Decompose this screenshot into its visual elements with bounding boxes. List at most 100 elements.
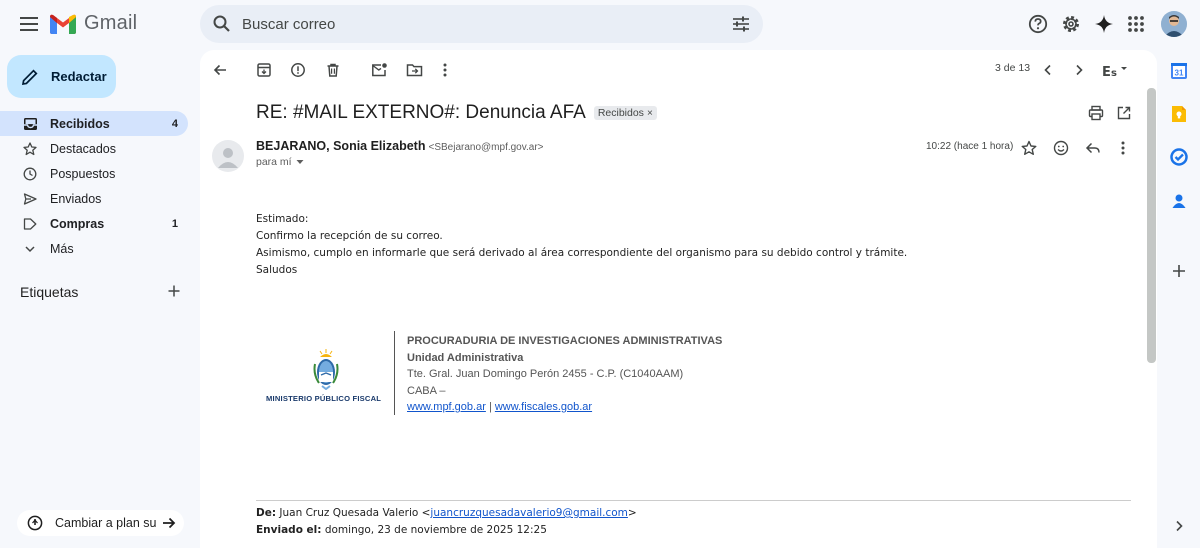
unread-count: 4 <box>171 117 178 130</box>
caret-down-icon <box>296 160 304 164</box>
settings-button[interactable] <box>1059 12 1083 36</box>
back-button[interactable] <box>210 60 230 80</box>
chevron-right-icon <box>1176 520 1183 532</box>
sent-label: Enviado el: <box>256 524 322 536</box>
recipients-toggle[interactable]: para mí <box>256 156 305 168</box>
sidebar-item-label: Destacados <box>50 141 117 156</box>
message-more-button[interactable] <box>1114 139 1132 157</box>
upgrade-label: Cambiar a plan superior <box>55 516 157 530</box>
search-input[interactable] <box>242 5 712 43</box>
keep-notes-icon <box>1172 106 1186 122</box>
top-bar: Gmail <box>0 0 1200 48</box>
compose-button[interactable]: Redactar <box>7 55 116 98</box>
sidebar-item-label: Compras <box>50 216 105 231</box>
plus-icon <box>1173 265 1185 277</box>
svg-text:E: E <box>1102 65 1111 78</box>
more-options-button[interactable] <box>435 60 455 80</box>
message-scrollbar[interactable] <box>1147 88 1156 363</box>
upgrade-plan-button[interactable]: Cambiar a plan superior <box>17 510 184 536</box>
email-subject-row: RE: #MAIL EXTERNO#: Denuncia AFA Recibid… <box>256 102 657 124</box>
link-fiscales[interactable]: www.fiscales.gob.ar <box>495 401 592 413</box>
arrow-back-icon <box>213 64 226 76</box>
tasks-app-button[interactable] <box>1169 147 1189 167</box>
gemini-sparkle-icon <box>1095 15 1113 33</box>
svg-text:31: 31 <box>1175 69 1184 78</box>
report-spam-button[interactable] <box>288 60 308 80</box>
sender-email: <SBejarano@mpf.gov.ar> <box>428 142 544 153</box>
sender-avatar[interactable] <box>212 140 244 172</box>
sidebar-item-label: Más <box>50 241 74 256</box>
sidebar-item-sent[interactable]: Enviados <box>0 186 188 211</box>
from-email-link[interactable]: juancruzquesadavalerio9@gmail.com <box>430 507 628 519</box>
sidebar-item-inbox[interactable]: Recibidos 4 <box>0 111 188 136</box>
sidebar-item-label: Enviados <box>50 191 102 206</box>
mark-unread-button[interactable] <box>369 60 389 80</box>
input-tools-button[interactable]: E s <box>1100 60 1130 80</box>
archive-icon <box>257 63 271 77</box>
send-icon <box>22 191 38 207</box>
chip-label: Recibidos <box>597 107 644 119</box>
gmail-m-icon <box>50 14 76 34</box>
compose-label: Redactar <box>51 69 107 84</box>
show-side-panel-button[interactable] <box>1169 516 1189 536</box>
keep-app-button[interactable] <box>1169 104 1189 124</box>
gemini-button[interactable] <box>1092 12 1116 36</box>
sent-value: domingo, 23 de noviembre de 2025 12:25 <box>324 524 547 536</box>
quoted-divider <box>256 500 1131 501</box>
move-to-button[interactable] <box>404 60 424 80</box>
star-button[interactable] <box>1020 139 1038 157</box>
info-icon <box>27 515 43 531</box>
pagination-text: 3 de 13 <box>995 62 1031 74</box>
quoted-header: De: Juan Cruz Quesada Valerio <juancruzq… <box>256 505 637 539</box>
emoji-icon <box>1053 140 1069 156</box>
add-label-button[interactable] <box>167 284 181 298</box>
get-addons-button[interactable] <box>1169 261 1189 281</box>
star-icon <box>22 141 38 157</box>
printer-icon <box>1088 105 1104 121</box>
gmail-logo[interactable]: Gmail <box>50 12 137 35</box>
help-icon <box>1028 14 1048 34</box>
move-to-folder-icon <box>406 64 422 77</box>
reply-icon <box>1085 142 1100 154</box>
chevron-right-icon <box>1076 64 1083 76</box>
body-line: Confirmo la recepción de su correo. <box>256 230 443 242</box>
archive-button[interactable] <box>254 60 274 80</box>
svg-text:s: s <box>1111 68 1117 78</box>
pencil-icon <box>21 68 38 85</box>
labels-title: Etiquetas <box>20 284 79 300</box>
sidebar-item-snoozed[interactable]: Pospuestos <box>0 161 188 186</box>
signature-address: Tte. Gral. Juan Domingo Perón 2455 - C.P… <box>407 368 684 380</box>
add-reaction-button[interactable] <box>1052 139 1070 157</box>
chevron-down-icon <box>22 241 38 257</box>
signature-org: PROCURADURIA DE INVESTIGACIONES ADMINIST… <box>407 335 723 347</box>
reply-button[interactable] <box>1084 139 1102 157</box>
sidebar-item-purchases[interactable]: Compras 1 <box>0 211 188 236</box>
trash-icon <box>327 63 339 77</box>
open-new-window-button[interactable] <box>1114 103 1134 123</box>
input-tools-icon: E s <box>1102 65 1127 78</box>
delete-button[interactable] <box>323 60 343 80</box>
label-chip-inbox[interactable]: Recibidos × <box>593 106 657 120</box>
contacts-app-button[interactable] <box>1169 191 1189 211</box>
link-mpf[interactable]: www.mpf.gob.ar <box>407 401 486 413</box>
inbox-icon <box>22 116 38 132</box>
app-name: Gmail <box>84 12 138 34</box>
open-in-new-icon <box>1117 106 1131 120</box>
search-icon[interactable] <box>212 14 232 34</box>
help-button[interactable] <box>1026 12 1050 36</box>
email-subject: RE: #MAIL EXTERNO#: Denuncia AFA <box>256 102 586 123</box>
apps-button[interactable] <box>1124 12 1148 36</box>
newer-button[interactable] <box>1038 60 1058 80</box>
search-options-icon[interactable] <box>731 14 751 34</box>
main-menu-button[interactable] <box>16 11 42 37</box>
account-avatar[interactable] <box>1161 11 1187 37</box>
plus-icon <box>168 285 180 297</box>
calendar-app-button[interactable]: 31 <box>1169 61 1189 81</box>
older-button[interactable] <box>1069 60 1089 80</box>
sidebar-item-more[interactable]: Más <box>0 236 188 261</box>
remove-label-icon[interactable]: × <box>647 108 653 119</box>
sender-name[interactable]: BEJARANO, Sonia Elizabeth <box>256 139 425 153</box>
sidebar-item-starred[interactable]: Destacados <box>0 136 188 161</box>
contacts-icon <box>1172 194 1186 208</box>
print-button[interactable] <box>1086 103 1106 123</box>
